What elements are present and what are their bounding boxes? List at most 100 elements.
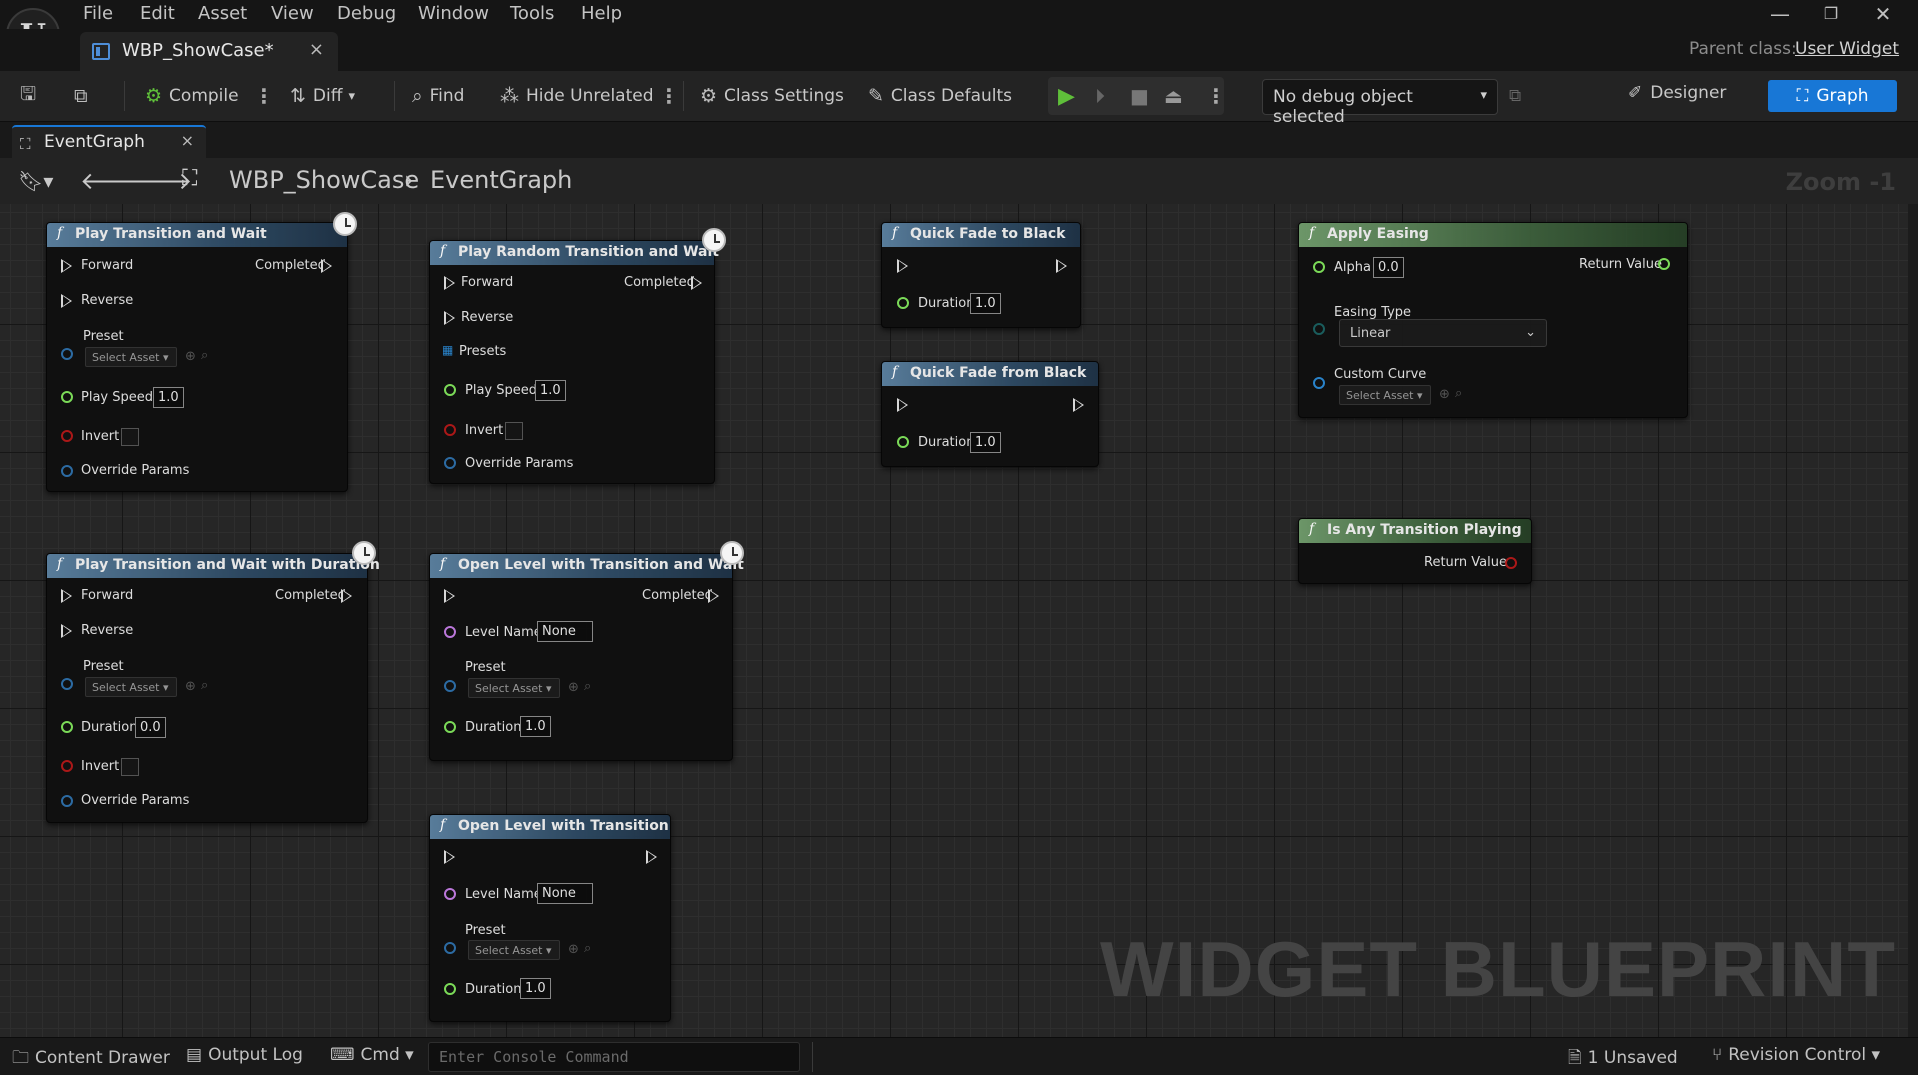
play-icon[interactable]: ▶ xyxy=(1058,80,1075,112)
designer-button[interactable]: ✐ Designer xyxy=(1628,83,1726,103)
asset-picker[interactable]: Select Asset ▾ xyxy=(85,347,177,367)
hide-options-icon[interactable]: ⋮ xyxy=(659,84,679,108)
use-selected-icon[interactable]: ⊕ xyxy=(185,679,196,694)
play-speed-input[interactable]: 1.0 xyxy=(153,387,184,408)
object-pin-preset[interactable] xyxy=(61,678,73,690)
browse-asset-icon[interactable]: ⌕ xyxy=(584,941,591,956)
stop-icon[interactable]: ■ xyxy=(1130,80,1149,112)
browse-asset-icon[interactable]: ⌕ xyxy=(1455,386,1462,401)
content-drawer-button[interactable]: 🗀 Content Drawer xyxy=(12,1045,170,1074)
array-pin-icon[interactable]: ▦ xyxy=(442,343,453,357)
node-open-level-with-transition-and-wait[interactable]: f Open Level with Transition and Wait Com… xyxy=(429,553,744,761)
node-apply-easing[interactable]: f Apply Easing Alpha 0.0 Return Value Eas… xyxy=(1298,222,1688,418)
float-pin-return[interactable] xyxy=(1658,258,1670,270)
exec-pin-in[interactable] xyxy=(897,398,908,412)
compile-options-icon[interactable]: ⋮ xyxy=(254,84,274,108)
asset-picker[interactable]: Select Asset ▾ xyxy=(468,940,560,960)
menu-debug[interactable]: Debug xyxy=(337,3,396,24)
duration-input[interactable]: 1.0 xyxy=(520,978,551,999)
close-tab-icon[interactable]: × xyxy=(309,39,324,60)
struct-pin-override[interactable] xyxy=(61,795,73,807)
eventgraph-tab[interactable]: ⛶ EventGraph × xyxy=(12,125,206,158)
bool-pin-return[interactable] xyxy=(1505,557,1517,569)
close-panel-tab-icon[interactable]: × xyxy=(181,131,194,150)
compile-button[interactable]: ⚙ Compile xyxy=(145,80,239,112)
float-pin-play-speed[interactable] xyxy=(61,391,73,403)
use-selected-icon[interactable]: ⊕ xyxy=(185,349,196,364)
browse-asset-icon[interactable]: ⌕ xyxy=(584,679,591,694)
find-button[interactable]: ⌕ Find xyxy=(412,80,464,112)
menu-window[interactable]: Window xyxy=(418,3,489,24)
duration-input[interactable]: 0.0 xyxy=(135,717,166,738)
breadcrumb-root[interactable]: WBP_ShowCase xyxy=(229,166,419,194)
exec-pin-forward[interactable] xyxy=(61,259,72,273)
exec-pin-completed[interactable] xyxy=(321,259,332,273)
object-pin-preset[interactable] xyxy=(444,680,456,692)
object-pin-preset[interactable] xyxy=(444,942,456,954)
struct-pin-override[interactable] xyxy=(61,465,73,477)
close-window-icon[interactable]: ✕ xyxy=(1863,2,1903,28)
level-name-input[interactable]: None xyxy=(537,621,593,642)
node-is-any-transition-playing[interactable]: f Is Any Transition Playing Return Value xyxy=(1298,518,1532,584)
level-name-input[interactable]: None xyxy=(537,883,593,904)
duration-input[interactable]: 1.0 xyxy=(970,432,1001,453)
node-open-level-with-transition[interactable]: f Open Level with Transition Level Name N… xyxy=(429,814,671,1022)
minimize-icon[interactable]: — xyxy=(1760,2,1800,28)
float-pin-alpha[interactable] xyxy=(1313,261,1325,273)
node-play-random-transition-and-wait[interactable]: f Play Random Transition and Wait Forward… xyxy=(429,240,719,484)
graph-canvas[interactable]: f Play Transition and Wait Forward Comple… xyxy=(0,204,1918,1037)
easing-type-select[interactable]: Linear ⌄ xyxy=(1339,319,1547,347)
bool-pin-invert[interactable] xyxy=(61,430,73,442)
enum-pin-easing-type[interactable] xyxy=(1313,323,1325,335)
duration-input[interactable]: 1.0 xyxy=(520,716,551,737)
asset-picker[interactable]: Select Asset ▾ xyxy=(468,678,560,698)
asset-picker[interactable]: Select Asset ▾ xyxy=(85,677,177,697)
invert-checkbox[interactable] xyxy=(121,428,139,446)
exec-pin-completed[interactable] xyxy=(691,276,702,290)
object-pin-custom-curve[interactable] xyxy=(1313,377,1325,389)
restore-icon[interactable]: ❐ xyxy=(1811,4,1851,30)
menu-edit[interactable]: Edit xyxy=(140,3,175,24)
menu-file[interactable]: File xyxy=(83,3,113,24)
node-play-transition-and-wait-with-duration[interactable]: f Play Transition and Wait with Duration … xyxy=(46,553,380,823)
use-selected-icon[interactable]: ⊕ xyxy=(568,680,579,695)
cmd-button[interactable]: ⌨ Cmd ▾ xyxy=(330,1045,414,1065)
exec-pin-completed[interactable] xyxy=(341,589,352,603)
step-icon[interactable]: ⏵ xyxy=(1095,80,1105,112)
invert-checkbox[interactable] xyxy=(121,758,139,776)
menu-help[interactable]: Help xyxy=(581,3,622,24)
use-selected-icon[interactable]: ⊕ xyxy=(568,942,579,957)
name-pin-level-name[interactable] xyxy=(444,626,456,638)
exec-pin-in[interactable] xyxy=(897,259,908,273)
exec-pin-forward[interactable] xyxy=(444,276,455,290)
document-tab[interactable]: WBP_ShowCase* × xyxy=(80,32,338,71)
invert-checkbox[interactable] xyxy=(505,422,523,440)
use-selected-icon[interactable]: ⊕ xyxy=(1439,387,1450,402)
exec-pin-out[interactable] xyxy=(646,850,657,864)
exec-pin-out[interactable] xyxy=(1073,398,1084,412)
node-quick-fade-from-black[interactable]: f Quick Fade from Black Duration 1.0 xyxy=(881,361,1099,467)
menu-view[interactable]: View xyxy=(271,3,314,24)
browse-icon[interactable]: ⧉ xyxy=(74,80,95,112)
parent-class-link[interactable]: User Widget xyxy=(1795,39,1899,59)
float-pin-duration[interactable] xyxy=(61,721,73,733)
canvas-scrollbar[interactable] xyxy=(1908,204,1918,1037)
float-pin-play-speed[interactable] xyxy=(444,384,456,396)
bool-pin-invert[interactable] xyxy=(444,424,456,436)
bool-pin-invert[interactable] xyxy=(61,760,73,772)
exec-pin-reverse[interactable] xyxy=(444,311,455,325)
graph-button[interactable]: ⛶ Graph xyxy=(1768,80,1897,112)
struct-pin-override[interactable] xyxy=(444,457,456,469)
play-options-icon[interactable]: ⋮ xyxy=(1206,84,1226,108)
exec-pin-in[interactable] xyxy=(444,850,455,864)
node-quick-fade-to-black[interactable]: f Quick Fade to Black Duration 1.0 xyxy=(881,222,1081,328)
exec-pin-in[interactable] xyxy=(444,589,455,603)
output-log-button[interactable]: ▤ Output Log xyxy=(186,1045,303,1065)
float-pin-duration[interactable] xyxy=(444,983,456,995)
duration-input[interactable]: 1.0 xyxy=(970,293,1001,314)
exec-pin-out[interactable] xyxy=(1056,259,1067,273)
browse-asset-icon[interactable]: ⌕ xyxy=(201,348,208,363)
diff-button[interactable]: ⇅ Diff ▾ xyxy=(290,80,355,112)
exec-pin-completed[interactable] xyxy=(708,589,719,603)
float-pin-duration[interactable] xyxy=(897,436,909,448)
